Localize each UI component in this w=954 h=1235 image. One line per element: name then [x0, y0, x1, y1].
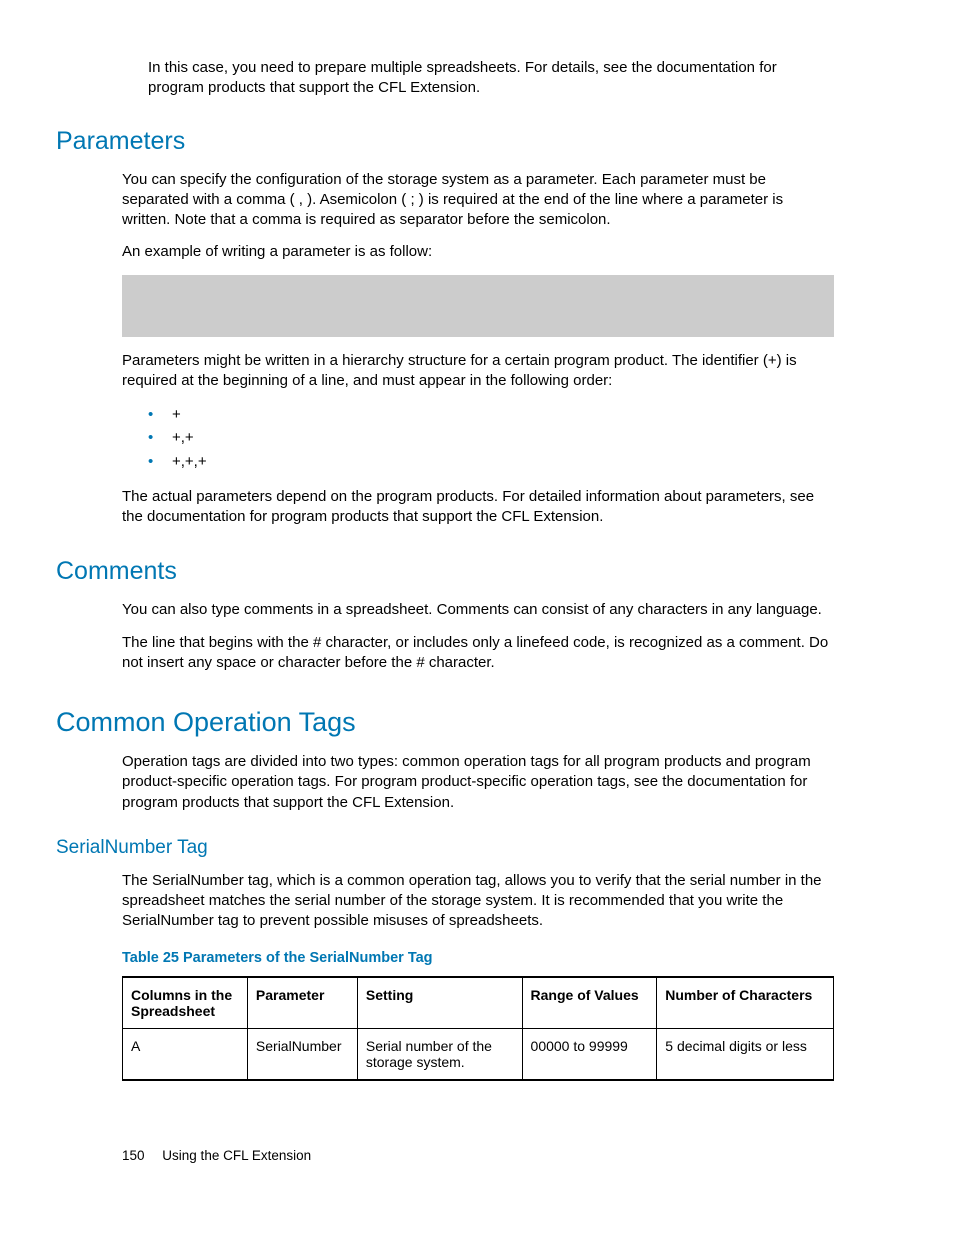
th-range: Range of Values	[522, 977, 657, 1029]
serialnumber-heading: SerialNumber Tag	[56, 837, 854, 859]
table-header-row: Columns in the Spreadsheet Parameter Set…	[123, 977, 834, 1029]
parameters-heading: Parameters	[56, 127, 854, 156]
page-number: 150	[122, 1148, 145, 1163]
hierarchy-list: + +,+ +,+,+	[148, 403, 854, 473]
intro-paragraph: In this case, you need to prepare multip…	[148, 58, 834, 99]
parameters-p4: The actual parameters depend on the prog…	[122, 487, 834, 528]
list-item: +	[148, 403, 854, 426]
common-p1: Operation tags are divided into two type…	[122, 752, 834, 813]
serialnumber-table: Columns in the Spreadsheet Parameter Set…	[122, 976, 834, 1081]
list-item: +,+	[148, 426, 854, 449]
td-columns: A	[123, 1028, 248, 1080]
td-parameter: SerialNumber	[247, 1028, 357, 1080]
page-content: In this case, you need to prepare multip…	[0, 0, 954, 1081]
td-numchars: 5 decimal digits or less	[657, 1028, 834, 1080]
common-op-heading: Common Operation Tags	[56, 707, 854, 738]
parameters-p2: An example of writing a parameter is as …	[122, 242, 834, 262]
list-item: +,+,+	[148, 450, 854, 473]
table-row: A SerialNumber Serial number of the stor…	[123, 1028, 834, 1080]
td-range: 00000 to 99999	[522, 1028, 657, 1080]
th-columns: Columns in the Spreadsheet	[123, 977, 248, 1029]
example-box	[122, 275, 834, 337]
parameters-p3: Parameters might be written in a hierarc…	[122, 351, 834, 392]
th-setting: Setting	[357, 977, 522, 1029]
page-footer: 150 Using the CFL Extension	[122, 1148, 311, 1163]
comments-p1: You can also type comments in a spreadsh…	[122, 600, 834, 620]
table-caption: Table 25 Parameters of the SerialNumber …	[122, 950, 854, 966]
parameters-p1: You can specify the configuration of the…	[122, 170, 834, 231]
comments-p2: The line that begins with the # characte…	[122, 633, 834, 674]
th-parameter: Parameter	[247, 977, 357, 1029]
th-numchars: Number of Characters	[657, 977, 834, 1029]
footer-title: Using the CFL Extension	[162, 1148, 311, 1163]
td-setting: Serial number of the storage system.	[357, 1028, 522, 1080]
serial-p1: The SerialNumber tag, which is a common …	[122, 871, 834, 932]
comments-heading: Comments	[56, 557, 854, 586]
